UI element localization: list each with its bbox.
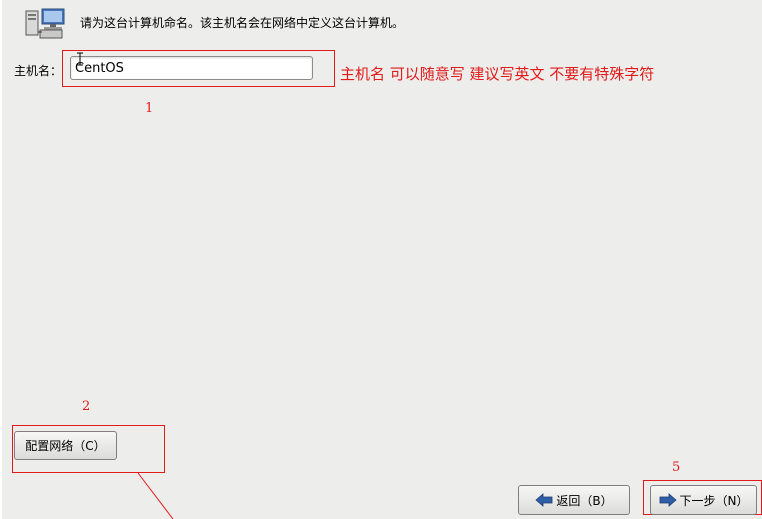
next-button[interactable]: 下一步（N） [650, 485, 757, 515]
annotation-box-hostname [62, 50, 335, 87]
hostname-label: 主机名： [14, 64, 63, 78]
annotation-number-5: 5 [672, 460, 681, 475]
annotation-note-hostname: 主机名 可以随意写 建议写英文 不要有特殊字符 [340, 65, 655, 83]
network-computers-icon [25, 8, 65, 39]
configure-network-button[interactable]: 配置网络（C） [14, 431, 117, 460]
next-label: 下一步（N） [679, 493, 749, 508]
annotation-number-2: 2 [82, 399, 91, 414]
configure-network-label: 配置网络（C） [25, 439, 106, 453]
header-instruction: 请为这台计算机命名。该主机名会在网络中定义这台计算机。 [80, 16, 405, 30]
back-button[interactable]: 返回（B） [518, 485, 630, 515]
arrow-right-icon [659, 493, 677, 507]
annotation-number-1: 1 [145, 101, 154, 116]
back-label: 返回（B） [556, 493, 613, 508]
arrow-left-icon [535, 493, 553, 507]
installer-page: 请为这台计算机命名。该主机名会在网络中定义这台计算机。 主机名： 主机名 可以随… [0, 0, 762, 519]
